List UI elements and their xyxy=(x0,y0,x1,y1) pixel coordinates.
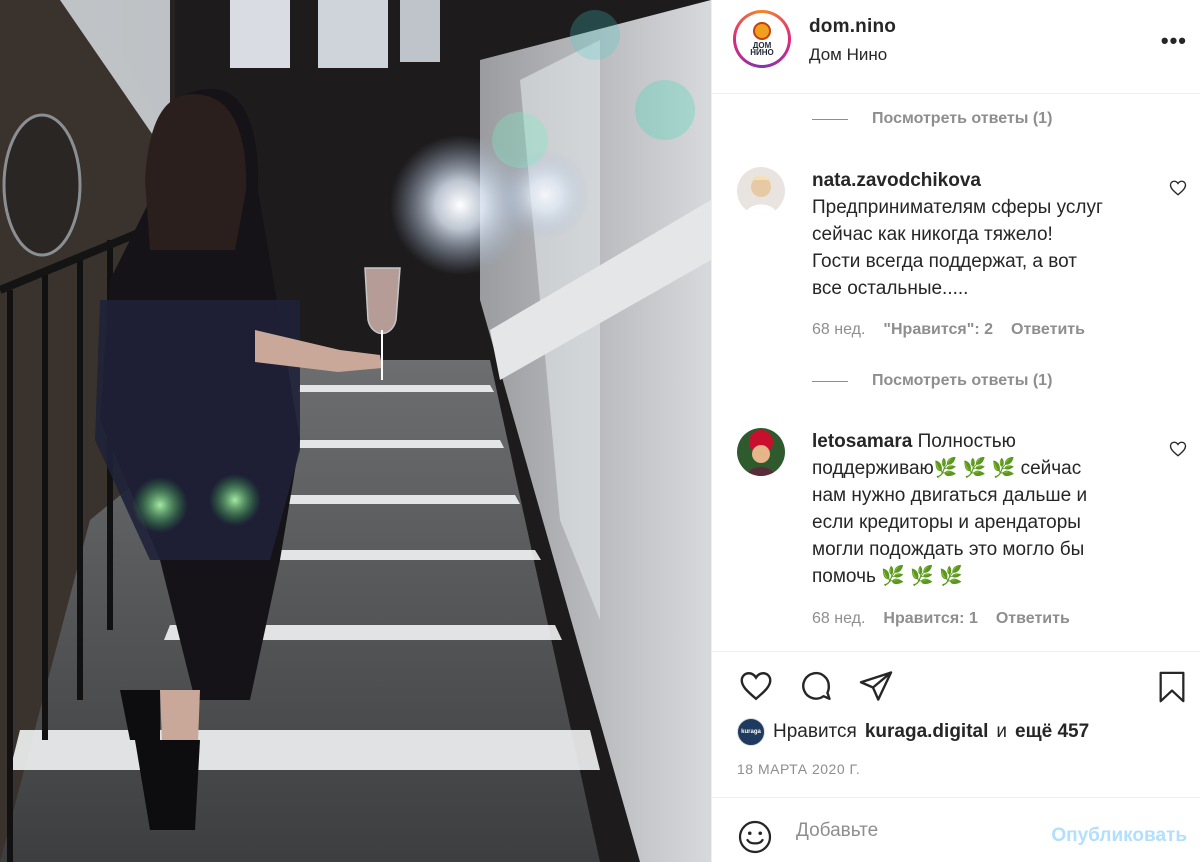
view-replies-label: Посмотреть ответы (1) xyxy=(872,110,1053,127)
comment-likes[interactable]: "Нравится": 2 xyxy=(883,321,993,339)
comment-age: 68 нед. xyxy=(812,610,866,627)
comment-username[interactable]: letosamara xyxy=(812,431,912,452)
comment-icon[interactable] xyxy=(797,668,835,704)
divider-line xyxy=(812,380,848,382)
comment-line: нам нужно двигаться дальше и xyxy=(812,485,1088,506)
comment-body: nata.zavodchikova Предпринимателям сферы… xyxy=(812,167,1157,302)
comment-likes[interactable]: Нравится: 1 xyxy=(883,610,977,628)
avatar-photo-icon xyxy=(737,167,785,215)
commenter-avatar[interactable] xyxy=(737,167,785,215)
post-username[interactable]: dom.nino xyxy=(809,16,896,38)
reply-button[interactable]: Ответить xyxy=(996,610,1070,628)
view-replies-label: Посмотреть ответы (1) xyxy=(872,372,1053,389)
comment-username[interactable]: nata.zavodchikova xyxy=(812,170,981,191)
post-location[interactable]: Дом Нино xyxy=(809,45,887,65)
liker-username[interactable]: kuraga.digital xyxy=(865,721,989,743)
avatar-photo-icon xyxy=(737,428,785,476)
post-photo xyxy=(0,0,711,862)
comment-input[interactable] xyxy=(796,816,1026,846)
likes-prefix: Нравится xyxy=(773,721,857,742)
comment-age: 68 нед. xyxy=(812,321,866,338)
comment-line: могли подождать это могло бы xyxy=(812,539,1085,560)
publish-button[interactable]: Опубликовать xyxy=(1051,825,1187,847)
post-date[interactable]: 18 МАРТА 2020 Г. xyxy=(737,761,860,777)
view-replies-button[interactable]: Посмотреть ответы (1) xyxy=(812,110,1052,128)
share-icon[interactable] xyxy=(857,668,895,704)
comment-composer: Опубликовать xyxy=(712,797,1200,862)
liker-avatar[interactable]: kuraga xyxy=(737,718,765,746)
heart-icon[interactable] xyxy=(737,668,775,704)
like-heart-icon[interactable] xyxy=(1169,440,1187,458)
comment-line: все остальные..... xyxy=(812,278,969,299)
post-sidebar: ДОМ НИНО dom.nino Дом Нино ••• Посмотрет… xyxy=(711,0,1200,862)
more-icon[interactable]: ••• xyxy=(1161,28,1187,54)
bookmark-icon[interactable] xyxy=(1155,668,1189,706)
comment-line: Полностью xyxy=(912,431,1016,452)
logo-text-bottom: НИНО xyxy=(750,48,774,57)
reply-button[interactable]: Ответить xyxy=(1011,321,1085,339)
comment-meta: 68 нед. Нравится: 1 Ответить xyxy=(812,610,1070,628)
staircase-scene xyxy=(0,0,711,862)
likes-conj: и xyxy=(996,721,1007,742)
view-replies-button[interactable]: Посмотреть ответы (1) xyxy=(812,372,1052,390)
post-header: ДОМ НИНО dom.nino Дом Нино ••• xyxy=(712,0,1200,94)
comment-line: если кредиторы и арендаторы xyxy=(812,512,1081,533)
comment-line: сейчас как никогда тяжело! xyxy=(812,224,1053,245)
comment-line: помочь 🌿 🌿 🌿 xyxy=(812,566,963,587)
comment-line: поддерживаю🌿 🌿 🌿 сейчас xyxy=(812,458,1082,479)
comment-line: Гости всегда поддержат, а вот xyxy=(812,251,1077,272)
likes-summary: kuraga Нравится kuraga.digital и ещё 457 xyxy=(737,718,1089,746)
likes-others[interactable]: ещё 457 xyxy=(1015,721,1089,743)
comment-line: Предпринимателям сферы услуг xyxy=(812,197,1103,218)
like-heart-icon[interactable] xyxy=(1169,179,1187,197)
comment-body: letosamara Полностью поддерживаю🌿 🌿 🌿 се… xyxy=(812,428,1157,590)
comment-meta: 68 нед. "Нравится": 2 Ответить xyxy=(812,321,1085,339)
logo-orange-icon xyxy=(753,22,771,40)
brand-logo: ДОМ НИНО xyxy=(739,16,785,62)
smile-icon[interactable] xyxy=(737,819,773,855)
commenter-avatar[interactable] xyxy=(737,428,785,476)
post-actions: kuraga Нравится kuraga.digital и ещё 457… xyxy=(712,651,1200,797)
profile-avatar[interactable]: ДОМ НИНО xyxy=(733,10,791,68)
divider-line xyxy=(812,118,848,120)
